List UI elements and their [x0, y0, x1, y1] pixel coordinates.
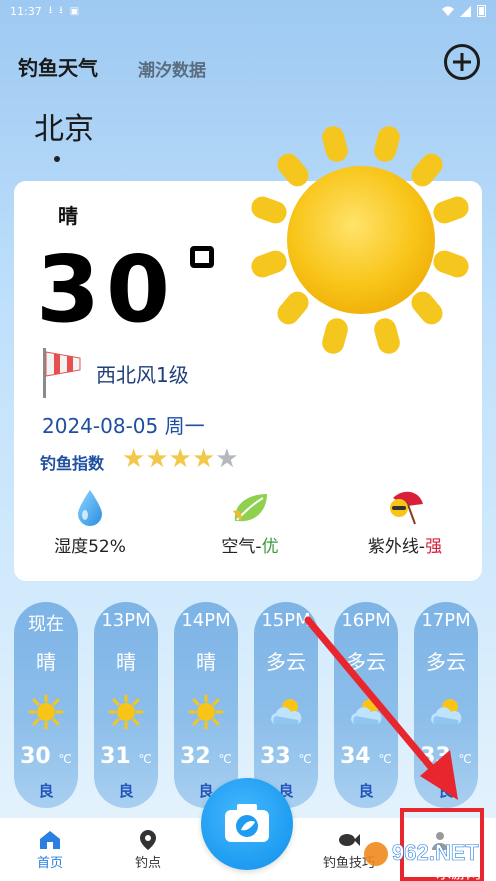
sun-umbrella-icon	[390, 491, 423, 525]
nav-home-label: 首页	[36, 856, 63, 871]
status-time: 11:37	[10, 4, 42, 18]
app-title: 钓鱼天气	[18, 56, 98, 80]
degree-icon	[190, 246, 214, 268]
star-icon: ★	[168, 444, 192, 474]
sun-icon	[188, 694, 224, 730]
hour-air-quality: 良	[118, 782, 134, 800]
hour-time: 15PM	[261, 610, 311, 631]
star-icon: ★	[145, 444, 169, 474]
uv-value: 强	[425, 537, 443, 557]
partly-cloudy-icon	[271, 699, 302, 724]
nav-fishing-skill[interactable]: 钓鱼技巧	[314, 828, 384, 871]
hour-condition: 晴	[196, 650, 216, 674]
windsock-icon	[43, 348, 81, 398]
current-condition: 晴	[58, 204, 78, 228]
hour-time: 14PM	[181, 610, 231, 631]
hour-temperature: 33 ℃	[260, 744, 312, 769]
hour-temperature: 34 ℃	[340, 744, 392, 769]
city-name: 北京	[34, 112, 94, 147]
hour-time: 现在	[28, 614, 64, 635]
uv-label: 紫外线-	[367, 537, 426, 557]
hour-time: 17PM	[421, 610, 471, 631]
hour-temperature: 33 ℃	[420, 744, 472, 769]
nav-home[interactable]: 首页	[26, 828, 74, 871]
star-empty-icon: ★	[215, 444, 239, 474]
humidity-metric: 湿度52%	[40, 488, 140, 557]
hour-condition: 多云	[266, 650, 306, 674]
star-icon: ★	[191, 444, 216, 474]
download-icon: ⭳	[48, 4, 53, 16]
partly-cloudy-icon	[351, 699, 382, 724]
hour-time: 16PM	[341, 610, 391, 631]
fish-icon	[339, 834, 360, 846]
signal-icon	[460, 5, 471, 17]
sun-icon	[108, 694, 144, 730]
hour-condition: 晴	[36, 650, 56, 674]
hour-air-quality: 良	[438, 782, 454, 800]
current-temperature: 30	[36, 236, 177, 343]
status-bar: 11:37 ⭳ ⭳ ▣	[0, 0, 496, 22]
hourly-item[interactable]: 13PM 晴 31 ℃ 良	[94, 602, 158, 808]
hour-temperature: 31 ℃	[100, 744, 152, 769]
wind-info: 西北风1级	[96, 363, 189, 387]
camera-fish-icon	[225, 804, 269, 842]
hour-condition: 多云	[346, 650, 386, 674]
hour-air-quality: 良	[38, 782, 54, 800]
uv-metric: 紫外线-强	[350, 488, 460, 557]
hourly-item[interactable]: 17PM 多云 33 ℃ 良	[414, 602, 478, 808]
air-quality-metric: 空气-优	[200, 488, 300, 557]
humidity-label: 湿度52%	[54, 537, 126, 557]
home-icon	[40, 831, 60, 849]
nav-skill-label: 钓鱼技巧	[322, 856, 375, 871]
date-info: 2024-08-05 周一	[42, 414, 205, 438]
hourly-item[interactable]: 现在 晴 30 ℃ 良	[14, 602, 78, 808]
image-icon: ▣	[69, 5, 80, 17]
wifi-icon	[442, 6, 454, 16]
air-label: 空气-	[221, 537, 262, 557]
leaf-icon	[233, 494, 267, 522]
battery-icon	[477, 5, 486, 17]
air-value: 优	[261, 537, 279, 557]
fishing-index-rating: ★ ★ ★ ★ ★	[122, 446, 239, 472]
hour-air-quality: 良	[358, 782, 374, 800]
page-indicator-dot	[54, 156, 60, 162]
sun-icon	[251, 126, 469, 354]
add-location-button[interactable]	[444, 44, 480, 80]
download-icon: ⭳	[59, 4, 63, 16]
camera-button[interactable]	[201, 778, 293, 870]
sun-icon	[28, 694, 64, 730]
partly-cloudy-icon	[431, 699, 462, 724]
highlight-box	[400, 808, 484, 881]
hour-time: 13PM	[101, 610, 151, 631]
hour-temperature: 32 ℃	[180, 744, 232, 769]
hourly-item[interactable]: 16PM 多云 34 ℃ 良	[334, 602, 398, 808]
nav-fishing-spot[interactable]: 钓点	[124, 828, 172, 871]
fishing-index-label: 钓鱼指数	[40, 454, 105, 473]
hour-condition: 多云	[426, 650, 466, 674]
water-drop-icon	[78, 490, 102, 526]
star-icon: ★	[122, 444, 146, 474]
hour-condition: 晴	[116, 650, 136, 674]
nav-spot-label: 钓点	[134, 856, 161, 871]
hour-temperature: 30 ℃	[20, 744, 72, 769]
location-pin-icon	[140, 830, 156, 850]
tide-data-link[interactable]: 潮汐数据	[138, 56, 206, 81]
